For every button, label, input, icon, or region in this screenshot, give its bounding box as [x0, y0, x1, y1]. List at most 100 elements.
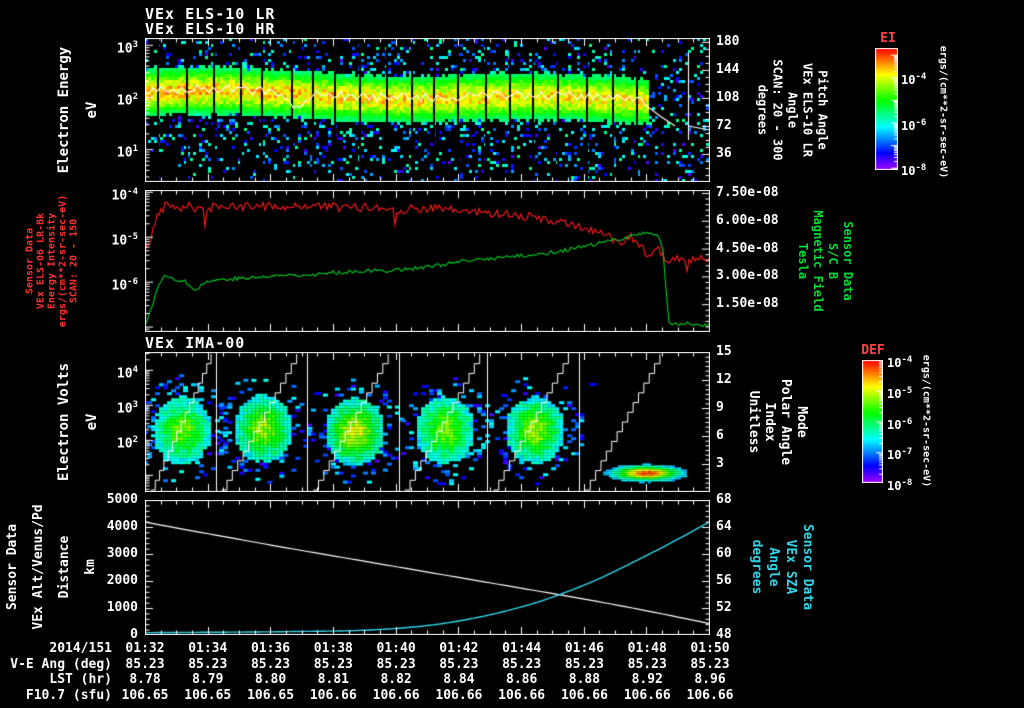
y-tick-label: 56 [716, 573, 732, 588]
colorbar-tick-label: 10-8 [901, 162, 927, 178]
table-cell: 85.23 [125, 656, 165, 672]
y-tick-label: 5000 [106, 492, 138, 507]
table-cell: 8.80 [254, 672, 287, 687]
y-tick-label: 144 [716, 61, 740, 77]
table-cell: 85.23 [188, 656, 228, 672]
y-tick-label: 3000 [106, 546, 138, 561]
table-cell: 85.23 [313, 656, 353, 672]
axis-label-line: Magnetic Field [811, 210, 825, 312]
table-cell: 01:42 [439, 641, 479, 656]
intensity-bfield-panel [145, 190, 710, 332]
y-tick-label: 64 [716, 519, 732, 534]
table-cell: 106.66 [372, 687, 420, 703]
y-tick-label: 36 [716, 145, 732, 161]
colorbar-tick-label: 10-6 [901, 117, 927, 133]
table-cell: 106.66 [498, 687, 546, 703]
y-tick-label: 4.50e-08 [716, 240, 779, 256]
axis-label-line: Sensor Data [841, 221, 855, 301]
y-tick-label: 10-5 [111, 231, 139, 249]
panel2-y-axis-label: Sensor Data VEx ELS-06 LR-Bk Energy Inte… [25, 195, 80, 327]
y-tick-label: 48 [716, 627, 732, 642]
table-cell: 8.96 [694, 672, 726, 687]
colorbar1-units: ergs/(cm**2-sr-sec-eV) [937, 45, 949, 179]
table-cell: 106.65 [184, 687, 232, 703]
y-tick-label: 180 [716, 33, 740, 49]
y-tick-label: 72 [716, 117, 732, 133]
colorbar-tick-label: 10-4 [887, 355, 913, 370]
y-tick-label: 103 [116, 399, 138, 417]
y-tick-label: 101 [116, 144, 138, 161]
table-cell: 106.65 [121, 687, 169, 703]
y-tick-label: 3.00e-08 [716, 268, 779, 284]
y-tick-label: 0 [130, 627, 138, 642]
axis-label-line: SCAN: 20 - 300 [770, 59, 785, 161]
table-row-label-date: 2014/151 [49, 641, 112, 656]
colorbar-tick-label: 10-5 [887, 385, 913, 401]
y-tick-label: 60 [716, 546, 732, 561]
ima-spectrogram-panel [145, 352, 710, 492]
table-cell: 8.78 [129, 672, 161, 687]
axis-label-line: Mode [794, 406, 809, 438]
els-colorbar [875, 48, 898, 170]
y-tick-label: 2000 [106, 573, 138, 588]
table-cell: 85.23 [627, 656, 667, 672]
axis-label-line: Unitless [746, 390, 761, 454]
axis-label-line: Tesla [796, 242, 810, 280]
table-cell: 85.23 [690, 656, 730, 672]
colorbar-tick-label: 10-4 [901, 72, 927, 88]
table-cell: 01:38 [313, 641, 353, 656]
colorbar2-label: DEF [861, 343, 885, 358]
y-tick-label: 4000 [106, 519, 138, 534]
table-cell: 106.66 [686, 687, 734, 703]
panel2-right-axis-label: Sensor Data S/C B Magnetic Field Tesla [795, 210, 855, 311]
table-cell: 01:40 [376, 641, 416, 656]
axis-label-line: degrees [749, 539, 764, 595]
panel4-right-axis-label: Sensor Data VEx SZA Angle degrees [748, 524, 816, 610]
y-tick-label: 6 [716, 428, 724, 443]
axis-label-line: VEx SZA [783, 539, 798, 595]
table-cell: 01:50 [690, 641, 730, 656]
axis-label-line: ergs/(cm**2-sr-sec-eV) [57, 194, 69, 328]
axis-label-line: Angle [766, 547, 781, 587]
axis-label-line: Sensor Data [24, 227, 36, 295]
axis-label-line: Angle [785, 91, 800, 129]
axis-label-line: Distance [57, 535, 72, 599]
table-cell: 106.66 [560, 687, 608, 703]
y-tick-label: 1000 [106, 600, 138, 615]
colorbar-tick-label: 10-8 [887, 478, 913, 493]
spacecraft-data-plot: VEx ELS-10 LR VEx ELS-10 HR VEx IMA-00 E… [0, 0, 1024, 708]
y-tick-label: 108 [716, 89, 740, 105]
table-cell: 8.82 [380, 672, 412, 687]
y-tick-label: 103 [116, 39, 138, 57]
table-cell: 106.66 [623, 687, 671, 703]
axis-label-line: Energy Intensity [46, 212, 58, 310]
axis-label-line: Sensor Data [800, 523, 815, 611]
table-cell: 106.66 [435, 687, 483, 703]
table-row-label-lst: LST (hr) [49, 672, 112, 687]
table-cell: 01:32 [125, 641, 165, 656]
table-cell: 8.92 [631, 672, 663, 687]
panel1-right-axis-label: Pitch Angle VEx ELS-10 LR Angle SCAN: 20… [755, 59, 830, 160]
y-tick-label: 68 [716, 492, 732, 507]
axis-label-line: Electron Volts [56, 362, 72, 482]
axis-label-line: degrees [755, 84, 770, 136]
table-cell: 01:44 [502, 641, 542, 656]
axis-label-line: S/C B [826, 242, 840, 280]
table-cell: 85.23 [564, 656, 604, 672]
y-tick-label: 3 [716, 456, 724, 471]
y-tick-label: 1.50e-08 [716, 296, 779, 312]
ima-colorbar [862, 360, 883, 483]
y-tick-label: 7.50e-08 [716, 184, 779, 200]
panel3-title: VEx IMA-00 [145, 334, 246, 352]
axis-label-line: SCAN: 20 - 150 [68, 218, 80, 304]
table-cell: 01:36 [250, 641, 291, 656]
table-row-label-f107: F10.7 (sfu) [25, 687, 112, 703]
y-tick-label: 12 [716, 372, 732, 387]
table-cell: 85.23 [502, 656, 542, 672]
axis-label-line: VEx ELS-10 LR [800, 63, 815, 157]
table-cell: 01:46 [564, 641, 604, 656]
altitude-sza-panel [145, 500, 710, 635]
table-cell: 8.81 [317, 672, 349, 687]
axis-label-line: Pitch Angle [815, 70, 830, 150]
colorbar-tick-label: 10-6 [887, 416, 913, 432]
